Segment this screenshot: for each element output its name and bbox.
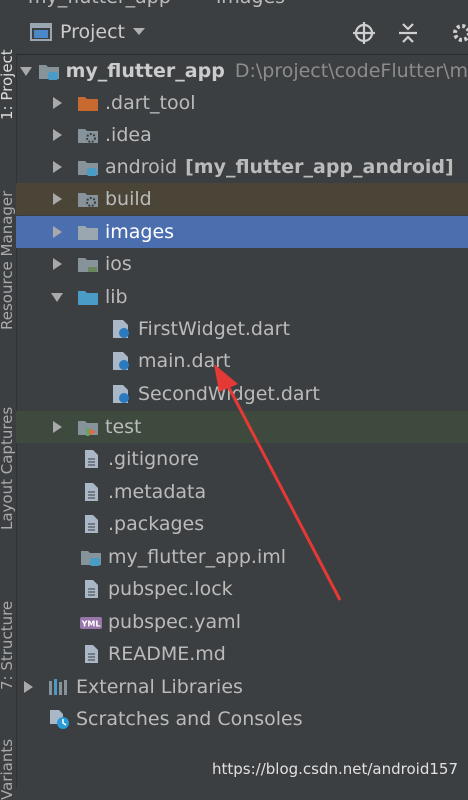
tree-row-dart-tool[interactable]: .dart_tool <box>16 87 468 119</box>
gear-icon[interactable] <box>450 21 468 45</box>
excluded-folder-icon <box>78 97 98 111</box>
tree-row-images[interactable]: images <box>16 216 468 248</box>
scratches-icon <box>50 710 69 729</box>
tree-row-gitignore[interactable]: .gitignore <box>16 443 468 475</box>
tree-row-scratches[interactable]: Scratches and Consoles <box>16 703 468 735</box>
tree-row-metadata[interactable]: .metadata <box>16 476 468 508</box>
project-title: Project <box>60 21 126 43</box>
dart-file-icon <box>113 352 129 370</box>
file-label: main.dart <box>138 350 231 372</box>
external-libraries-label: External Libraries <box>76 676 243 698</box>
module-name-label: [my_flutter_app_android] <box>185 156 454 178</box>
text-file-icon <box>85 580 98 598</box>
resource-manager-tool-tab[interactable]: Resource Manager <box>0 191 16 330</box>
chevron-right-icon[interactable] <box>51 192 63 206</box>
module-file-icon <box>81 551 101 566</box>
text-file-icon <box>85 483 98 501</box>
chevron-right-icon[interactable] <box>51 128 63 142</box>
chevron-down-icon[interactable] <box>19 64 32 78</box>
folder-label: images <box>105 221 175 243</box>
settings-folder-icon <box>78 129 98 143</box>
file-label: .packages <box>108 513 205 535</box>
chevron-down-icon <box>133 28 146 35</box>
chevron-right-icon[interactable] <box>51 257 63 271</box>
scratches-label: Scratches and Consoles <box>76 708 303 730</box>
text-file-icon <box>85 450 98 468</box>
chevron-right-icon[interactable] <box>51 225 63 239</box>
file-label: README.md <box>108 643 226 665</box>
tree-row-first-widget[interactable]: FirstWidget.dart <box>16 313 468 345</box>
module-folder-icon <box>38 65 59 80</box>
tree-row-external-libraries[interactable]: External Libraries <box>16 671 468 703</box>
file-label: FirstWidget.dart <box>138 318 290 340</box>
svg-text:YML: YML <box>81 620 101 629</box>
folder-label: build <box>105 188 152 210</box>
project-view-selector[interactable]: Project <box>30 21 146 43</box>
tree-row-ios[interactable]: ios <box>16 248 468 280</box>
project-header: Project <box>16 12 468 55</box>
tree-row-packages[interactable]: .packages <box>16 508 468 540</box>
folder-icon <box>78 226 98 240</box>
tree-row-readme[interactable]: README.md <box>16 638 468 670</box>
breadcrumb-app[interactable]: my_flutter_app <box>28 0 171 8</box>
text-file-icon <box>85 515 98 533</box>
tree-row-iml[interactable]: my_flutter_app.iml <box>16 541 468 573</box>
tool-window-strip: 1: Project Resource Manager Layout Captu… <box>0 0 17 800</box>
file-label: pubspec.yaml <box>108 611 241 633</box>
chevron-right-icon[interactable] <box>51 420 63 434</box>
folder-icon <box>78 258 98 272</box>
folder-label: .idea <box>105 124 152 146</box>
dart-file-icon <box>113 320 129 338</box>
locate-icon[interactable] <box>352 21 376 45</box>
tree-row-test[interactable]: test <box>16 411 468 443</box>
collapse-all-icon[interactable] <box>396 21 420 45</box>
file-label: .gitignore <box>108 448 199 470</box>
markdown-file-icon <box>85 645 98 663</box>
tree-row-main[interactable]: main.dart <box>16 345 468 377</box>
chevron-down-icon[interactable] <box>51 290 63 304</box>
folder-label: test <box>105 416 142 438</box>
folder-label: ios <box>105 253 132 275</box>
breadcrumb-folder[interactable]: images <box>216 0 285 8</box>
tree-row-lib[interactable]: lib <box>16 281 468 313</box>
folder-label: android <box>105 156 178 178</box>
watermark: https://blog.csdn.net/android157 <box>211 760 458 778</box>
folder-label: lib <box>105 286 128 308</box>
file-label: .metadata <box>108 481 207 503</box>
variants-tool-tab[interactable]: Variants <box>0 739 16 800</box>
yaml-file-icon: YML <box>80 617 102 629</box>
window-icon <box>30 23 52 41</box>
chevron-right-icon[interactable] <box>22 680 34 694</box>
file-label: my_flutter_app.iml <box>108 546 287 568</box>
file-label: SecondWidget.dart <box>138 383 320 405</box>
dart-file-icon <box>113 385 129 403</box>
structure-tool-tab[interactable]: 7: Structure <box>0 601 16 690</box>
test-folder-icon <box>78 421 98 436</box>
file-label: pubspec.lock <box>108 578 233 600</box>
excluded-folder-icon <box>78 193 98 207</box>
libraries-icon <box>49 679 67 695</box>
chevron-right-icon[interactable] <box>51 160 63 174</box>
project-tool-tab[interactable]: 1: Project <box>0 49 16 120</box>
root-path: D:\project\codeFlutter\m <box>234 60 468 82</box>
folder-label: .dart_tool <box>105 92 196 114</box>
module-folder-icon <box>78 161 98 176</box>
source-folder-icon <box>78 291 98 305</box>
tree-row-root[interactable]: my_flutter_app D:\project\codeFlutter\m <box>16 55 468 87</box>
chevron-right-icon[interactable] <box>51 96 63 110</box>
tree-row-android[interactable]: android [my_flutter_app_android] <box>16 151 468 183</box>
root-name: my_flutter_app <box>65 60 225 82</box>
layout-captures-tool-tab[interactable]: Layout Captures <box>0 407 16 530</box>
tree-row-pubspec-yaml[interactable]: YML pubspec.yaml <box>16 606 468 638</box>
tree-row-second-widget[interactable]: SecondWidget.dart <box>16 378 468 410</box>
tree-row-idea[interactable]: .idea <box>16 119 468 151</box>
tree-row-build[interactable]: build <box>16 183 468 215</box>
tree-row-pubspec-lock[interactable]: pubspec.lock <box>16 573 468 605</box>
